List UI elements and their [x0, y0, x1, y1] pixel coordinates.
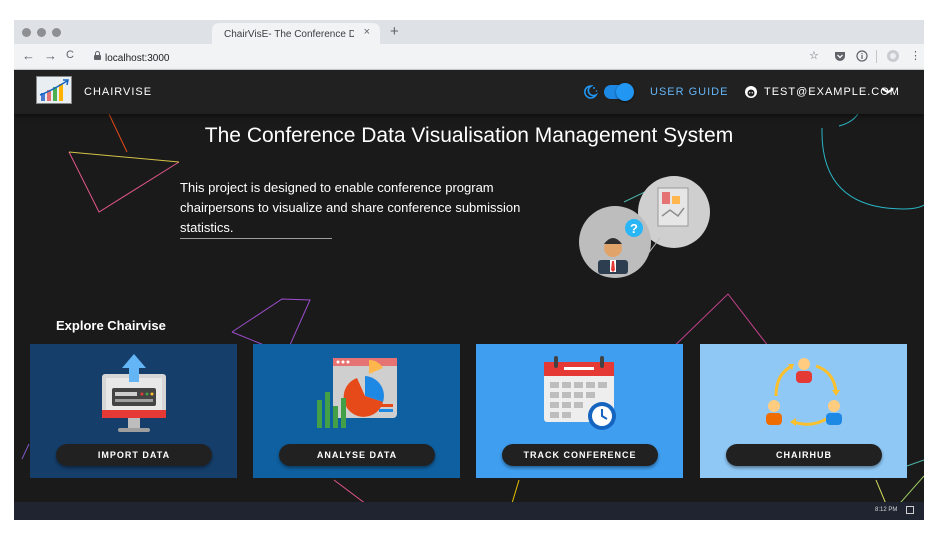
tab-title: ChairVisE- The Conference Data V...: [224, 29, 354, 40]
app-header: CHAIRVISE USER GUIDE TEST@EXAMPLE.COM ❯: [14, 70, 924, 114]
os-taskbar: 8:12 PM: [14, 502, 924, 520]
analyse-data-button[interactable]: ANALYSE DATA: [279, 444, 435, 466]
dark-mode-icon: [584, 85, 599, 99]
toolbar-divider: [876, 50, 877, 63]
svg-text:?: ?: [630, 221, 638, 236]
url-text: localhost:3000: [105, 53, 170, 64]
user-email[interactable]: TEST@EXAMPLE.COM: [764, 86, 900, 98]
profile-avatar-icon[interactable]: [886, 49, 900, 63]
browser-window: ChairVisE- The Conference Data V... × + …: [14, 20, 924, 520]
tab-close-icon[interactable]: ×: [364, 26, 370, 38]
chairhub-button[interactable]: CHAIRHUB: [726, 444, 882, 466]
chairperson-illustration: ?: [579, 176, 710, 278]
analytics-chart-icon: [317, 358, 397, 428]
taskbar-clock: 8:12 PM: [875, 507, 898, 513]
import-data-button[interactable]: IMPORT DATA: [56, 444, 212, 466]
pocket-icon[interactable]: [834, 50, 846, 62]
calendar-clock-icon: [544, 356, 616, 430]
import-data-card[interactable]: IMPORT DATA: [30, 344, 237, 478]
maximize-window-dot[interactable]: [52, 28, 61, 37]
browser-tab[interactable]: ChairVisE- The Conference Data V... ×: [212, 23, 380, 44]
description-underline: [180, 238, 332, 239]
track-conference-button[interactable]: TRACK CONFERENCE: [502, 444, 658, 466]
browser-toolbar: ← → C localhost:3000 ☆ ⋮: [14, 44, 924, 70]
notification-center-icon[interactable]: [906, 506, 914, 514]
minimize-window-dot[interactable]: [37, 28, 46, 37]
bookmark-star-icon[interactable]: ☆: [809, 49, 819, 62]
chairvise-logo[interactable]: [36, 76, 72, 104]
new-tab-button[interactable]: +: [390, 23, 399, 40]
lock-icon: [94, 51, 101, 60]
dark-mode-toggle[interactable]: [604, 83, 634, 101]
address-bar[interactable]: localhost:3000: [90, 48, 790, 66]
browser-menu-icon[interactable]: ⋮: [910, 49, 921, 62]
user-guide-link[interactable]: USER GUIDE: [650, 86, 728, 98]
window-controls[interactable]: [22, 28, 61, 37]
project-description: This project is designed to enable confe…: [180, 180, 521, 235]
info-extension-icon[interactable]: [856, 50, 868, 62]
app-brand-name[interactable]: CHAIRVISE: [84, 86, 152, 98]
browser-tabbar: ChairVisE- The Conference Data V... × +: [14, 20, 924, 44]
track-conference-card[interactable]: TRACK CONFERENCE: [476, 344, 683, 478]
analyse-data-card[interactable]: ANALYSE DATA: [253, 344, 460, 478]
page-title: The Conference Data Visualisation Manage…: [204, 124, 734, 147]
collaboration-cycle-icon: [766, 358, 842, 426]
forward-icon[interactable]: →: [44, 48, 57, 63]
explore-heading: Explore Chairvise: [56, 318, 166, 333]
close-window-dot[interactable]: [22, 28, 31, 37]
chevron-down-icon[interactable]: ❯: [882, 86, 895, 95]
user-avatar-icon[interactable]: [744, 85, 758, 99]
reload-icon[interactable]: C: [66, 49, 74, 61]
chairhub-card[interactable]: CHAIRHUB: [700, 344, 907, 478]
computer-upload-icon: [102, 354, 166, 432]
back-icon[interactable]: ←: [22, 48, 35, 63]
